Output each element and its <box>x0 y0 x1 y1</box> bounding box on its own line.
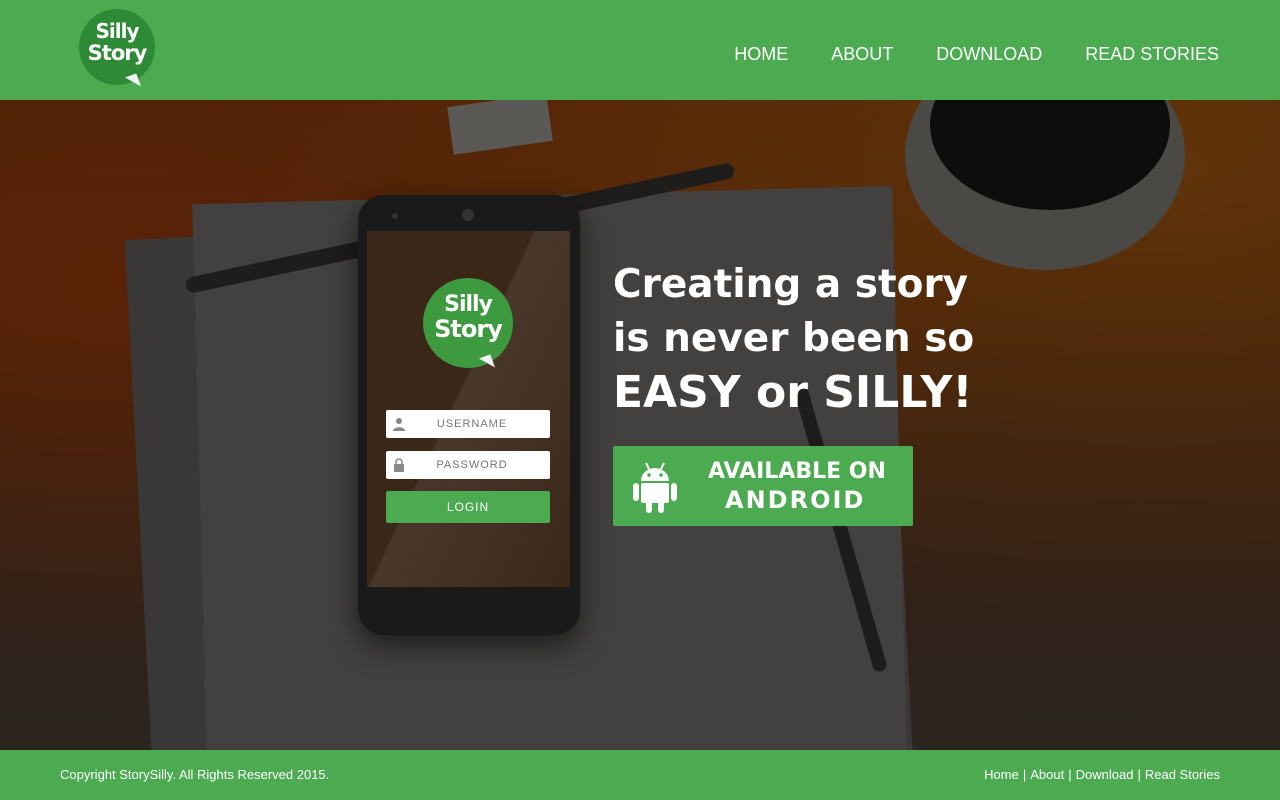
footer-link-download[interactable]: Download <box>1076 767 1134 783</box>
nav-home[interactable]: HOME <box>734 42 788 66</box>
lock-icon <box>386 451 412 479</box>
logo-text-story: Story <box>87 41 148 65</box>
user-icon <box>386 410 412 438</box>
footer-separator: | <box>1068 767 1072 782</box>
username-placeholder: USERNAME <box>436 418 508 430</box>
footer-separator: | <box>1137 767 1141 782</box>
footer-nav: Home | About | Download | Read Stories <box>984 767 1220 783</box>
android-icon <box>633 461 677 513</box>
phone-screen: Silly Story USERNAME PASSWORD LOGIN <box>367 231 570 587</box>
site-footer: Copyright StorySilly. All Rights Reserve… <box>0 750 1280 800</box>
available-on-android-button[interactable]: AVAILABLE ON ANDROID <box>613 446 913 526</box>
footer-link-about[interactable]: About <box>1030 767 1064 783</box>
app-logo-text-silly: Silly <box>444 292 493 317</box>
hero-tagline: Creating a story is never been so EASY o… <box>613 258 1033 420</box>
app-logo-text-story: Story <box>434 315 503 343</box>
hero-section: Silly Story USERNAME PASSWORD LOGIN Crea… <box>0 100 1280 750</box>
background-eraser <box>447 100 553 155</box>
site-logo[interactable]: Silly Story <box>79 9 155 91</box>
logo-text-silly: Silly <box>95 19 139 43</box>
phone-sensor <box>392 213 398 219</box>
footer-separator: | <box>1022 767 1027 782</box>
main-nav: HOME ABOUT DOWNLOAD READ STORIES <box>734 42 1219 66</box>
footer-link-read-stories[interactable]: Read Stories <box>1145 767 1220 783</box>
password-placeholder: PASSWORD <box>436 459 508 471</box>
site-header: Silly Story HOME ABOUT DOWNLOAD READ STO… <box>0 0 1280 100</box>
phone-mockup: Silly Story USERNAME PASSWORD LOGIN <box>358 195 580 635</box>
tagline-line-3: EASY or SILLY! <box>613 367 973 418</box>
nav-about[interactable]: ABOUT <box>831 42 893 66</box>
android-button-line-2: ANDROID <box>725 486 866 514</box>
tagline-line-1: Creating a story <box>613 262 969 307</box>
android-button-line-1: AVAILABLE ON <box>708 459 886 484</box>
phone-camera <box>462 209 474 221</box>
nav-read-stories[interactable]: READ STORIES <box>1085 42 1219 66</box>
password-field[interactable]: PASSWORD <box>386 451 550 479</box>
app-logo: Silly Story <box>423 278 513 374</box>
nav-download[interactable]: DOWNLOAD <box>936 42 1042 66</box>
copyright-text: Copyright StorySilly. All Rights Reserve… <box>60 767 330 782</box>
footer-link-home[interactable]: Home <box>984 767 1019 783</box>
tagline-line-2: is never been so <box>613 316 975 361</box>
login-button[interactable]: LOGIN <box>386 491 550 523</box>
username-field[interactable]: USERNAME <box>386 410 550 438</box>
